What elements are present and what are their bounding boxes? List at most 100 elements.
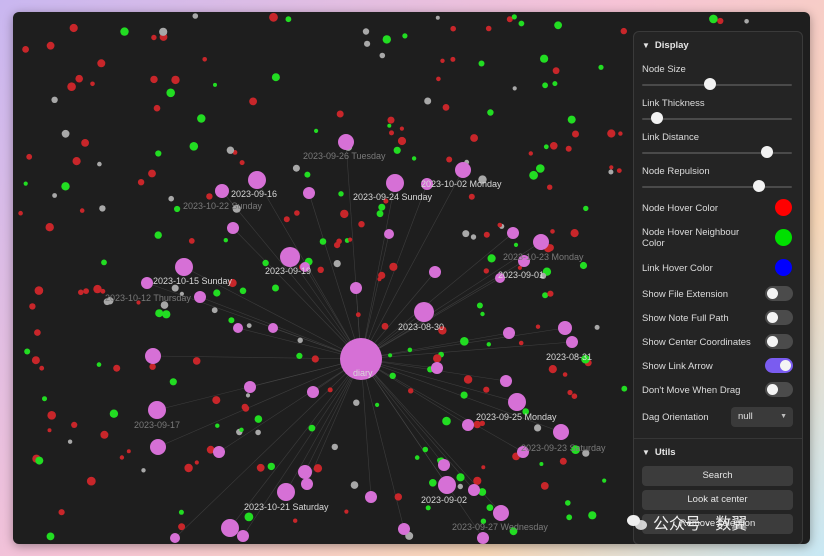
graph-note-node[interactable] <box>227 222 239 234</box>
graph-node[interactable] <box>572 130 579 138</box>
graph-node[interactable] <box>528 151 533 156</box>
graph-node[interactable] <box>536 164 545 173</box>
graph-node[interactable] <box>598 64 604 70</box>
graph-node[interactable] <box>189 142 199 151</box>
graph-node[interactable] <box>381 322 389 330</box>
graph-node[interactable] <box>171 75 180 85</box>
graph-node[interactable] <box>45 223 54 232</box>
graph-node[interactable] <box>119 455 125 460</box>
graph-node[interactable] <box>422 446 429 453</box>
graph-node[interactable] <box>485 25 492 32</box>
graph-node[interactable] <box>78 289 84 296</box>
graph-node[interactable] <box>239 427 244 432</box>
graph-node[interactable] <box>425 505 431 511</box>
graph-node[interactable] <box>97 161 102 167</box>
graph-node[interactable] <box>364 40 371 47</box>
graph-node[interactable] <box>24 348 31 355</box>
graph-node[interactable] <box>249 97 257 106</box>
graph-node[interactable] <box>271 73 280 82</box>
graph-node[interactable] <box>442 104 450 111</box>
graph-note-node[interactable] <box>429 266 441 278</box>
graph-note-node[interactable] <box>438 476 456 494</box>
graph-node[interactable] <box>709 14 718 24</box>
look-at-center-button[interactable]: Look at center <box>642 490 793 510</box>
slider-knob[interactable] <box>753 180 765 192</box>
graph-node[interactable] <box>47 411 56 420</box>
graph-node[interactable] <box>542 292 549 299</box>
graph-node[interactable] <box>480 311 485 317</box>
graph-link[interactable] <box>156 358 362 411</box>
graph-node[interactable] <box>579 261 588 270</box>
graph-note-node[interactable] <box>307 386 319 398</box>
show-center-coordinates-toggle[interactable] <box>765 334 793 349</box>
graph-node[interactable] <box>197 114 206 123</box>
graph-node[interactable] <box>486 504 494 511</box>
graph-node[interactable] <box>83 288 89 294</box>
graph-node[interactable] <box>348 237 353 242</box>
graph-node[interactable] <box>67 82 76 91</box>
graph-note-node[interactable] <box>268 323 278 333</box>
graph-node[interactable] <box>476 302 483 309</box>
graph-node[interactable] <box>18 210 23 216</box>
graph-note-node[interactable] <box>462 419 474 431</box>
graph-node[interactable] <box>450 25 457 32</box>
graph-node[interactable] <box>457 483 463 490</box>
graph-node[interactable] <box>389 130 394 136</box>
graph-node[interactable] <box>327 387 333 393</box>
graph-node[interactable] <box>148 169 156 178</box>
graph-node[interactable] <box>228 317 235 324</box>
graph-node[interactable] <box>269 12 278 22</box>
graph-node[interactable] <box>149 363 156 370</box>
graph-node[interactable] <box>162 310 171 319</box>
graph-node[interactable] <box>226 146 235 154</box>
graph-node[interactable] <box>169 378 177 386</box>
node-repulsion-slider[interactable] <box>642 180 792 194</box>
search-button[interactable]: Search <box>642 466 793 486</box>
graph-node[interactable] <box>293 518 298 523</box>
link-distance-slider[interactable] <box>642 146 792 160</box>
graph-node[interactable] <box>487 109 494 116</box>
graph-node[interactable] <box>159 27 168 36</box>
graph-node[interactable] <box>382 35 391 44</box>
graph-node[interactable] <box>616 168 622 174</box>
graph-node[interactable] <box>609 165 614 170</box>
slider-knob[interactable] <box>703 78 716 90</box>
graph-node[interactable] <box>362 28 370 35</box>
graph-note-node[interactable] <box>365 491 377 503</box>
graph-node[interactable] <box>101 259 107 266</box>
graph-note-node[interactable] <box>175 258 193 276</box>
link-hover-color-swatch[interactable] <box>775 259 792 276</box>
graph-link[interactable] <box>308 192 362 360</box>
graph-note-node[interactable] <box>338 134 354 150</box>
graph-node[interactable] <box>393 146 401 154</box>
graph-node[interactable] <box>192 13 199 19</box>
graph-node[interactable] <box>245 393 251 398</box>
graph-node[interactable] <box>462 230 470 238</box>
graph-note-node[interactable] <box>477 532 489 544</box>
graph-note-node[interactable] <box>533 234 549 250</box>
graph-node[interactable] <box>272 284 279 292</box>
graph-link[interactable] <box>360 182 396 360</box>
graph-node[interactable] <box>478 60 485 67</box>
graph-node[interactable] <box>399 126 404 131</box>
graph-note-node[interactable] <box>148 401 166 419</box>
graph-node[interactable] <box>442 416 451 426</box>
graph-node[interactable] <box>402 33 408 39</box>
dag-orientation-select[interactable]: null ▼ <box>731 407 793 427</box>
show-link-arrow-toggle[interactable] <box>765 358 793 373</box>
graph-node[interactable] <box>411 156 417 161</box>
graph-node[interactable] <box>333 260 341 268</box>
graph-node[interactable] <box>150 75 158 84</box>
graph-node[interactable] <box>311 355 319 363</box>
graph-node[interactable] <box>550 229 555 234</box>
graph-link[interactable] <box>360 183 428 360</box>
graph-node[interactable] <box>456 473 465 482</box>
graph-node[interactable] <box>141 468 146 473</box>
graph-node[interactable] <box>353 399 360 406</box>
graph-node[interactable] <box>194 460 199 465</box>
graph-note-node[interactable] <box>213 446 225 458</box>
graph-node[interactable] <box>552 67 560 75</box>
graph-link[interactable] <box>232 227 362 360</box>
graph-node[interactable] <box>540 482 549 490</box>
link-thickness-slider[interactable] <box>642 112 792 126</box>
